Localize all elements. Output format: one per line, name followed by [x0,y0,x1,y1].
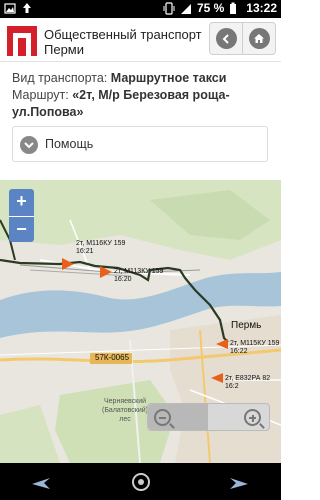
battery-icon [229,2,241,15]
app-title: Общественный транспорт Перми [44,27,202,57]
status-bar: 75 % 13:22 [0,0,281,18]
bus2-time: 16:20 [114,276,132,283]
back-arrow-icon [215,28,237,49]
help-label: Помощь [45,137,94,151]
bus3-time: 16:22 [230,348,248,355]
transport-type-value: Маршрутное такси [110,71,227,85]
bus2-id: 2т, М113КУ 159 [114,268,164,275]
forest-label-1: Черняевский [104,398,147,405]
bus1-time: 16:21 [76,248,94,255]
map-zoom-control: + − [9,189,34,242]
help-expander[interactable]: Помощь [12,126,268,162]
chevron-down-icon [20,136,38,154]
zoom-in-magnifier-icon[interactable] [244,409,261,426]
bus1-id: 2т, М116КУ 159 [76,240,126,247]
app-logo [7,26,37,56]
route-label: Маршрут: [12,88,69,102]
upload-notification-icon [21,2,33,15]
zoom-out-magnifier-icon [154,409,171,426]
home-icon [248,28,270,49]
zoom-slider[interactable] [147,403,270,431]
image-notification-icon [4,2,16,15]
route-info: Вид транспорта: Маршрутное такси Маршрут… [12,70,276,121]
bus4-time: 16:2 [225,383,239,390]
vibrate-icon [163,1,175,15]
home-nav-icon[interactable] [130,471,152,493]
signal-icon [180,2,192,15]
road-label: 57К-0065 [95,353,130,362]
zoom-out-area[interactable] [148,404,208,430]
system-nav-bar [0,463,281,500]
forest-label-2: (Балатовский) [102,407,149,414]
home-button[interactable] [242,23,275,54]
app-header: Общественный транспорт Перми [0,18,281,62]
clock: 13:22 [246,1,277,15]
recent-nav-icon[interactable] [228,471,250,493]
forest-label-3: лес [119,416,131,423]
bus3-id: 2т, М115КУ 159 [230,340,280,347]
zoom-in-button[interactable]: + [9,189,34,214]
bus4-id: 2т, Е832РА 82 [225,375,271,382]
battery-percent: 75 % [196,1,225,15]
back-nav-icon[interactable] [30,471,52,493]
transport-type-label: Вид транспорта: [12,71,108,85]
header-button-group [209,22,276,55]
back-button[interactable] [210,23,242,54]
zoom-out-button[interactable]: − [9,216,34,241]
city-label: Пермь [231,320,262,331]
